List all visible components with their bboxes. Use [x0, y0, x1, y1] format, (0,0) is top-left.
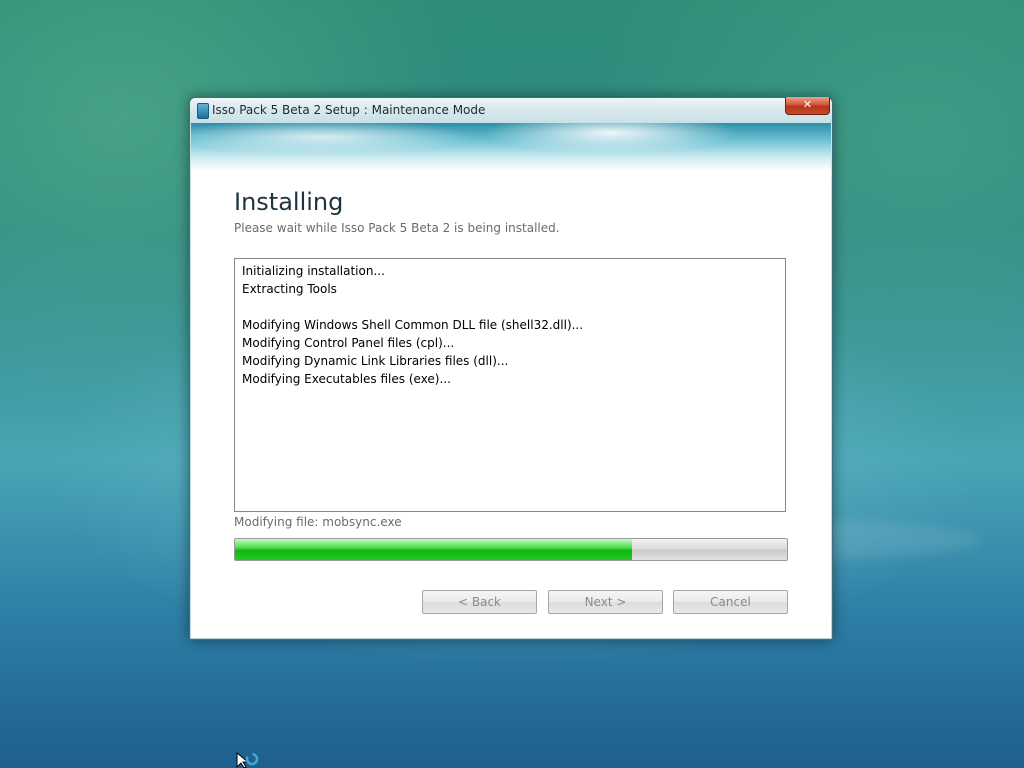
page-subtitle: Please wait while Isso Pack 5 Beta 2 is …: [234, 221, 560, 235]
page-title: Installing: [234, 188, 344, 216]
title-bar[interactable]: Isso Pack 5 Beta 2 Setup : Maintenance M…: [190, 97, 832, 123]
next-button[interactable]: Next >: [548, 590, 663, 614]
back-button[interactable]: < Back: [422, 590, 537, 614]
log-line: Modifying Windows Shell Common DLL file …: [242, 318, 584, 332]
desktop-background: Isso Pack 5 Beta 2 Setup : Maintenance M…: [0, 0, 1024, 768]
progress-fill: [235, 539, 633, 560]
log-line: Initializing installation...: [242, 264, 385, 278]
log-line: Modifying Executables files (exe)...: [242, 372, 451, 386]
log-line: Extracting Tools: [242, 282, 337, 296]
setup-app-icon: [197, 103, 209, 119]
window-title: Isso Pack 5 Beta 2 Setup : Maintenance M…: [212, 103, 486, 117]
close-button[interactable]: ✕: [785, 97, 830, 115]
header-banner: [191, 123, 831, 171]
progress-bar: [234, 538, 788, 561]
log-line: Modifying Dynamic Link Libraries files (…: [242, 354, 509, 368]
log-line: Modifying Control Panel files (cpl)...: [242, 336, 455, 350]
window-content: Installing Please wait while Isso Pack 5…: [191, 123, 831, 638]
cancel-button[interactable]: Cancel: [673, 590, 788, 614]
install-log[interactable]: Initializing installation... Extracting …: [234, 258, 786, 512]
current-file-status: Modifying file: mobsync.exe: [234, 515, 402, 529]
setup-window: Isso Pack 5 Beta 2 Setup : Maintenance M…: [189, 97, 833, 640]
close-icon: ✕: [802, 98, 813, 111]
busy-cursor-icon: [236, 751, 260, 768]
